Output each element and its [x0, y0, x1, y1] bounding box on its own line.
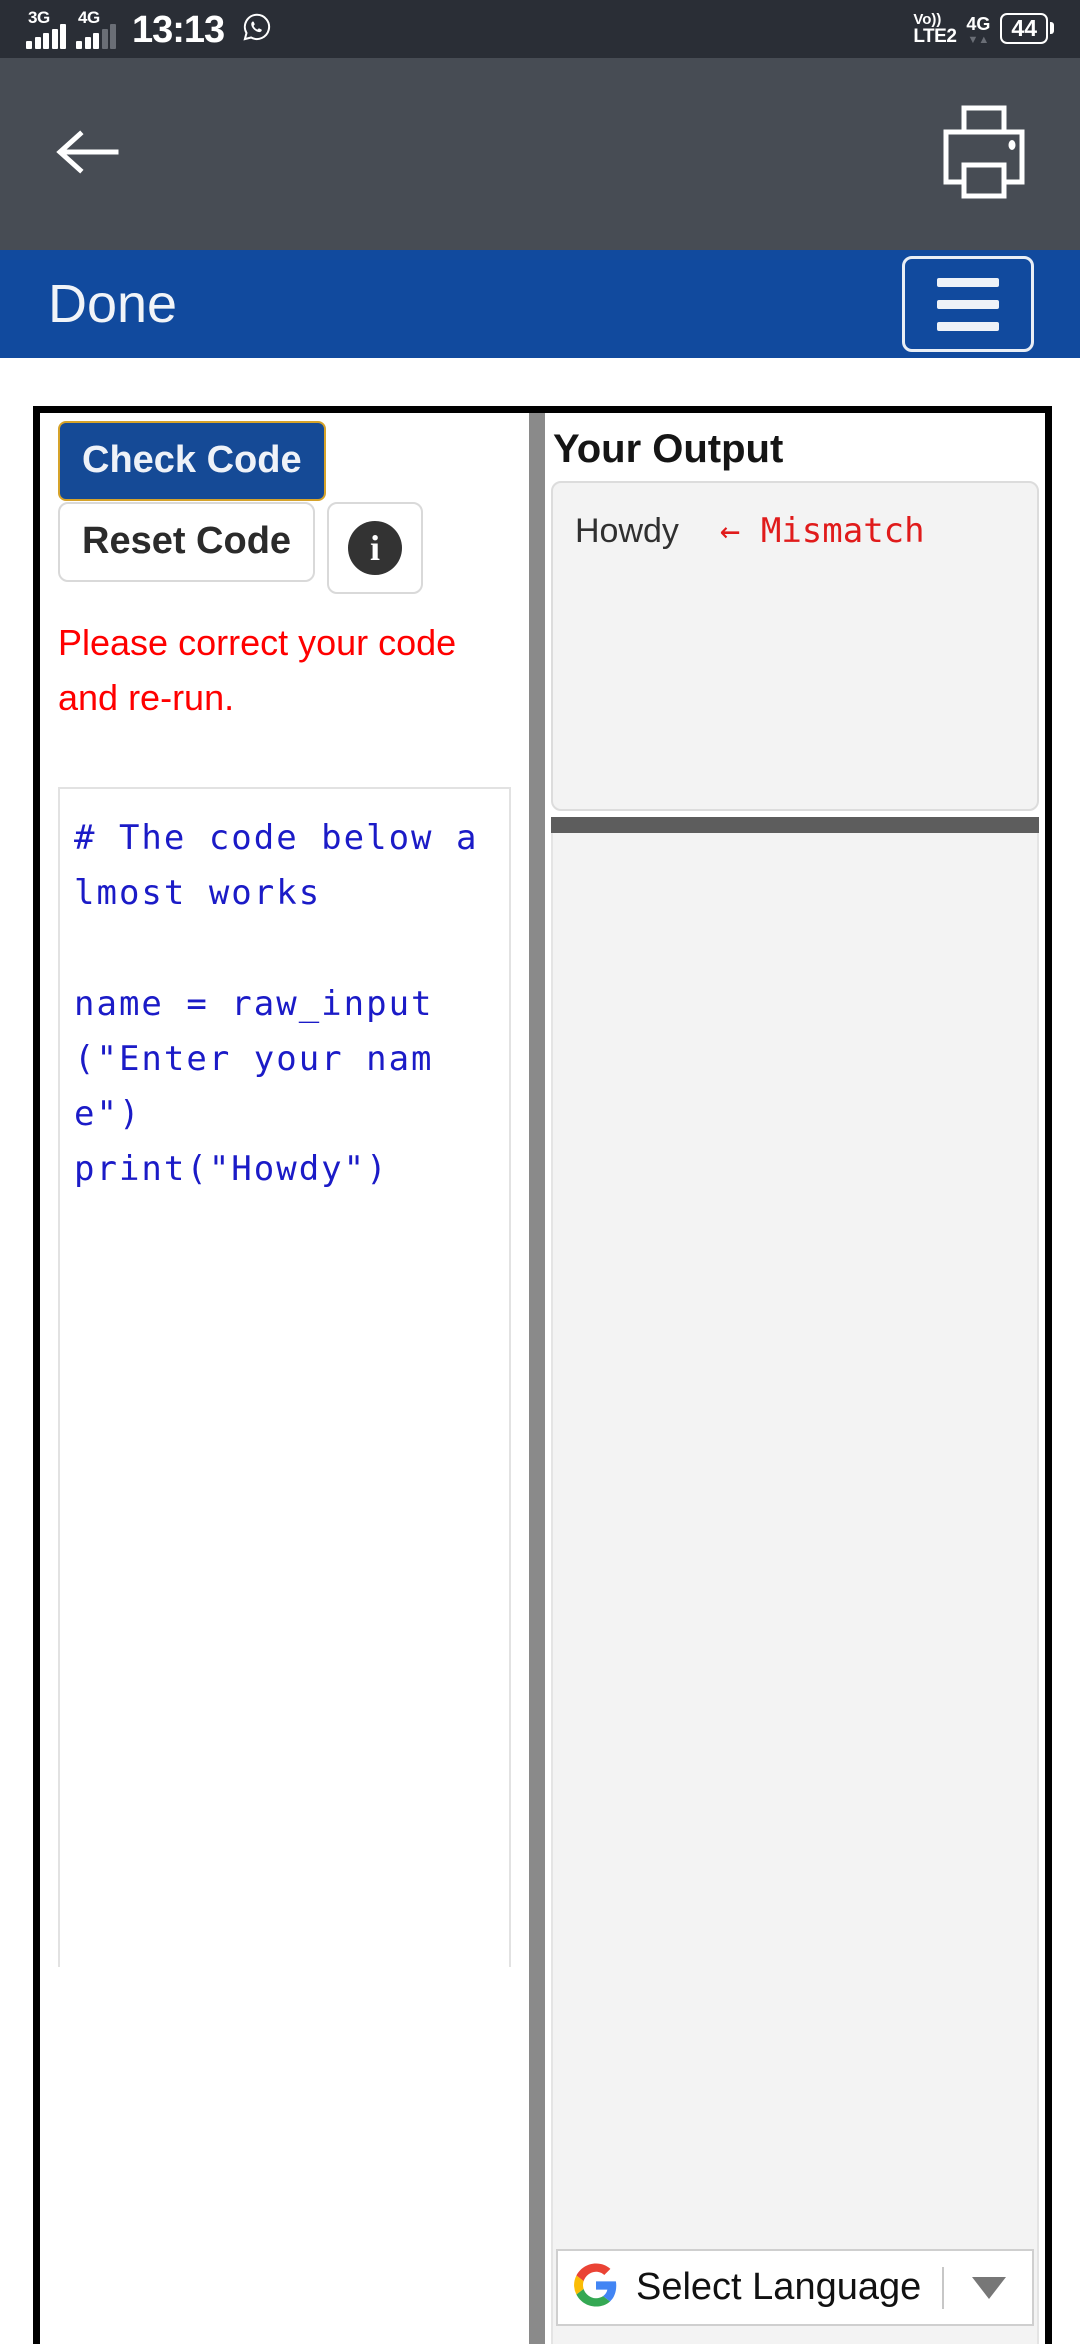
volte-indicator: Vo)) LTE2	[913, 11, 957, 47]
output-box: Howdy ← Mismatch	[551, 481, 1039, 811]
output-heading: Your Output	[553, 427, 784, 471]
code-editor-content: # The code below almost works name = raw…	[74, 818, 479, 1189]
language-selector-label: Select Language	[636, 2265, 922, 2308]
code-pane: Check Code Reset Code i Please correct y…	[40, 413, 529, 2344]
page-title: Done	[48, 274, 178, 334]
data-network-label: 4G	[966, 14, 991, 34]
output-value: Howdy	[575, 512, 679, 550]
page-body: Check Code Reset Code i Please correct y…	[0, 358, 1080, 2344]
volte-bottom-label: LTE2	[913, 26, 957, 47]
secondary-button-row: Reset Code i	[58, 501, 519, 594]
check-code-button[interactable]: Check Code	[58, 421, 326, 501]
status-bar-left: 3G 4G 13:13	[26, 9, 272, 49]
battery-tip-icon	[1050, 22, 1054, 35]
hamburger-line	[937, 277, 999, 287]
signal-strength-2: 4G	[76, 9, 116, 49]
done-bar: Done	[0, 250, 1080, 358]
network-type-2-label: 4G	[78, 8, 100, 27]
battery-level-label: 44	[1000, 12, 1048, 44]
status-bar: 3G 4G 13:13 Vo)) LTE2 4G ▼▲ 44	[0, 0, 1080, 58]
primary-button-row: Check Code	[50, 421, 519, 501]
lower-output-pane: Select Language	[551, 833, 1039, 2344]
status-bar-right: Vo)) LTE2 4G ▼▲ 44	[913, 12, 1054, 46]
data-network-indicator: 4G ▼▲	[966, 15, 990, 46]
back-arrow-icon[interactable]	[52, 124, 122, 185]
error-message: Please correct your code and re-run.	[58, 621, 457, 718]
network-type-1-label: 3G	[28, 8, 50, 27]
printer-icon[interactable]	[936, 103, 1032, 206]
reset-code-button[interactable]: Reset Code	[58, 501, 316, 582]
output-mismatch-annotation: ← Mismatch	[719, 511, 925, 551]
vertical-splitter[interactable]	[529, 413, 545, 2344]
info-icon: i	[348, 520, 403, 575]
hamburger-line	[937, 299, 999, 309]
hamburger-menu-icon[interactable]	[902, 256, 1034, 352]
info-button[interactable]: i	[327, 501, 424, 594]
output-pane: Your Output Howdy ← Mismatch Select Lang…	[545, 413, 1045, 2344]
chevron-down-icon[interactable]	[972, 2276, 1006, 2299]
app-toolbar	[0, 58, 1080, 250]
whatsapp-icon	[242, 12, 272, 47]
volte-top-label: Vo))	[913, 11, 942, 28]
horizontal-splitter[interactable]	[551, 817, 1039, 833]
signal-bars-2-icon	[76, 24, 116, 49]
signal-strength-1: 3G	[26, 9, 66, 49]
battery-indicator: 44	[1000, 12, 1054, 44]
signal-bars-1-icon	[26, 24, 66, 49]
google-logo-icon	[574, 2263, 618, 2312]
language-selector[interactable]: Select Language	[556, 2249, 1034, 2326]
hamburger-line	[937, 321, 999, 331]
data-transfer-arrows-icon: ▼▲	[967, 34, 990, 46]
status-bar-clock: 13:13	[132, 9, 225, 51]
language-divider	[942, 2266, 944, 2309]
output-line: Howdy ← Mismatch	[575, 509, 1015, 554]
code-editor[interactable]: # The code below almost works name = raw…	[58, 787, 511, 1968]
exercise-frame: Check Code Reset Code i Please correct y…	[33, 406, 1052, 2344]
